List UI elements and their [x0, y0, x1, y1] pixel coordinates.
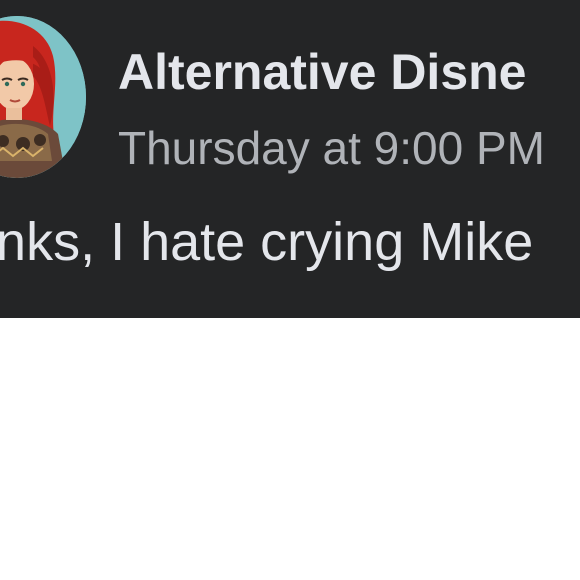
- profile-avatar-icon[interactable]: [0, 16, 86, 178]
- post-timestamp[interactable]: Thursday at 9:00 PM: [118, 118, 545, 178]
- blank-area: [0, 318, 580, 580]
- post-header: Alternative Disne Thursday at 9:00 PM an…: [0, 0, 580, 318]
- page-name[interactable]: Alternative Disne: [118, 40, 526, 104]
- post-text: anks, I hate crying Mike: [0, 212, 534, 272]
- avatar-illustration: [0, 16, 86, 178]
